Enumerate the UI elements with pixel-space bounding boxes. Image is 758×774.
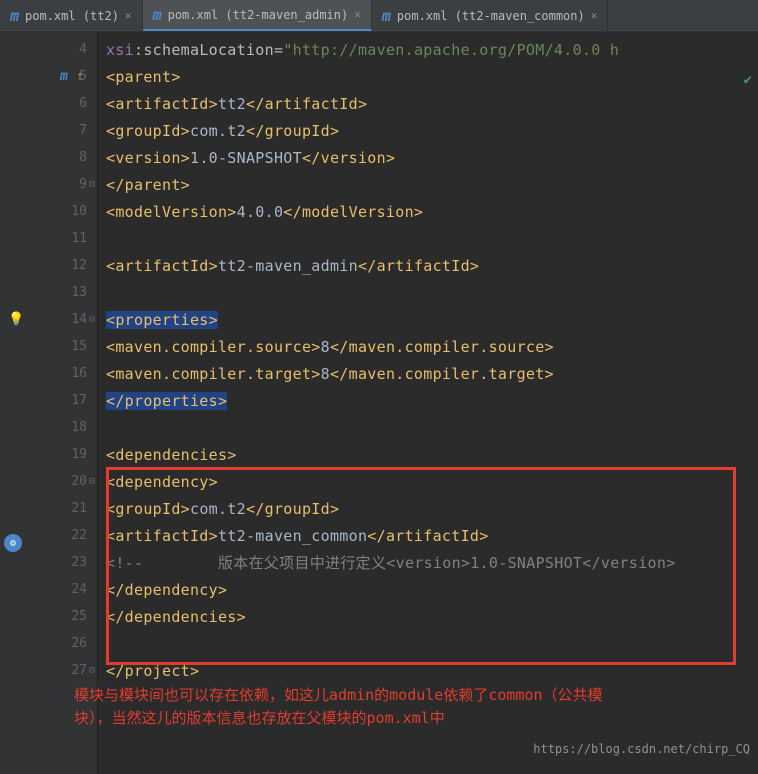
- fold-icon[interactable]: ⊟: [89, 314, 95, 325]
- line-number[interactable]: 4: [30, 36, 97, 63]
- line-number[interactable]: 6: [30, 90, 97, 117]
- watermark: https://blog.csdn.net/chirp_CQ: [533, 742, 750, 756]
- close-icon[interactable]: ✕: [591, 9, 598, 22]
- maven-icon: m: [10, 7, 19, 25]
- line-number[interactable]: 21: [30, 495, 97, 522]
- annotation-text: 模块与模块间也可以存在依赖，如这儿admin的module依赖了common（公…: [74, 684, 684, 729]
- line-number[interactable]: 7: [30, 117, 97, 144]
- close-icon[interactable]: ✕: [125, 9, 132, 22]
- line-number[interactable]: 16: [30, 360, 97, 387]
- maven-icon: m: [382, 7, 391, 25]
- tab-pom-admin[interactable]: m pom.xml (tt2-maven_admin) ✕: [143, 0, 372, 31]
- line-number[interactable]: 13: [30, 279, 97, 306]
- line-number[interactable]: 26: [30, 630, 97, 657]
- line-number[interactable]: 22: [30, 522, 97, 549]
- line-number[interactable]: 9⊟: [30, 171, 97, 198]
- editor-tabs: m pom.xml (tt2) ✕ m pom.xml (tt2-maven_a…: [0, 0, 758, 32]
- bulb-icon[interactable]: 💡: [8, 312, 24, 327]
- tab-label: pom.xml (tt2-maven_admin): [168, 8, 349, 22]
- code-content[interactable]: xsi:schemaLocation="http://maven.apache.…: [98, 32, 758, 774]
- annotation-gutter: ⚙: [0, 32, 30, 774]
- line-number[interactable]: 24: [30, 576, 97, 603]
- fold-icon[interactable]: ⊟: [89, 665, 95, 676]
- line-number[interactable]: 17: [30, 387, 97, 414]
- maven-icon: m: [153, 6, 162, 24]
- line-number[interactable]: 23: [30, 549, 97, 576]
- tab-label: pom.xml (tt2-maven_common): [397, 9, 585, 23]
- line-number[interactable]: 10: [30, 198, 97, 225]
- line-number[interactable]: 11: [30, 225, 97, 252]
- line-gutter: 4 m↑5 6 7 8 9⊟ 10 11 12 13 💡14⊟ 15 16 17…: [30, 32, 98, 774]
- line-number[interactable]: 20⊟: [30, 468, 97, 495]
- line-number[interactable]: 27⊟: [30, 657, 97, 684]
- maven-icon: m: [60, 69, 68, 84]
- line-number[interactable]: 💡14⊟: [30, 306, 97, 333]
- editor: ⚙ 4 m↑5 6 7 8 9⊟ 10 11 12 13 💡14⊟ 15 16 …: [0, 32, 758, 774]
- line-number[interactable]: m↑5: [30, 63, 97, 90]
- tab-pom-tt2[interactable]: m pom.xml (tt2) ✕: [0, 0, 143, 31]
- close-icon[interactable]: ✕: [354, 8, 361, 21]
- line-number[interactable]: 19: [30, 441, 97, 468]
- line-number[interactable]: 8: [30, 144, 97, 171]
- line-number[interactable]: 15: [30, 333, 97, 360]
- fold-icon[interactable]: ⊟: [89, 179, 95, 190]
- fold-icon[interactable]: ⊟: [89, 476, 95, 487]
- line-number[interactable]: 12: [30, 252, 97, 279]
- tab-pom-common[interactable]: m pom.xml (tt2-maven_common) ✕: [372, 0, 609, 31]
- line-number[interactable]: 18: [30, 414, 97, 441]
- tab-label: pom.xml (tt2): [25, 9, 119, 23]
- gear-icon[interactable]: ⚙: [4, 534, 22, 552]
- check-icon: ✔: [744, 72, 752, 88]
- line-number[interactable]: 25: [30, 603, 97, 630]
